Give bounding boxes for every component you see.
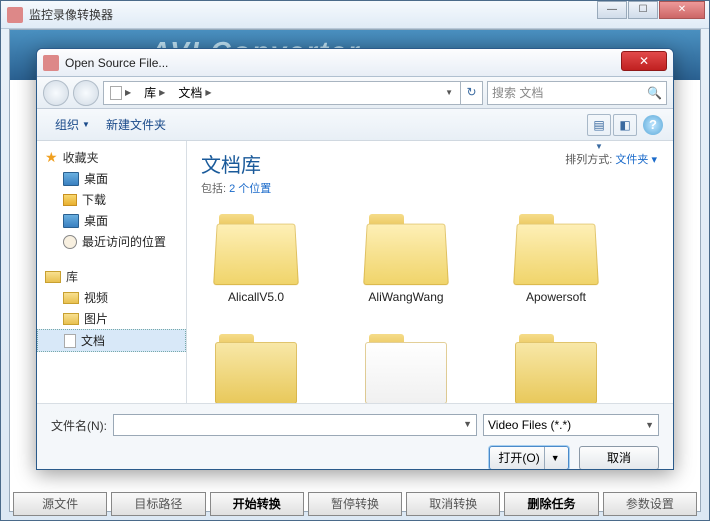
- folder-item[interactable]: Apowersoft: [501, 214, 611, 304]
- dialog-close-button[interactable]: ✕: [621, 51, 667, 71]
- tree-videos[interactable]: 视频: [37, 287, 186, 308]
- library-icon: [45, 271, 61, 283]
- sort-row: 排列方式: 文件夹 ▾: [565, 151, 657, 167]
- document-lib-icon: [64, 334, 76, 348]
- star-icon: ★: [45, 149, 58, 166]
- close-button[interactable]: ✕: [659, 1, 705, 19]
- folder-icon: [361, 334, 451, 403]
- folder-grid: AlicallV5.0 AliWangWang Apowersoft: [201, 214, 659, 403]
- folder-icon: [511, 334, 601, 403]
- folder-icon: [511, 214, 601, 284]
- filename-input[interactable]: ▼: [113, 414, 477, 436]
- libraries-header[interactable]: 库: [37, 266, 186, 287]
- folder-item[interactable]: [201, 334, 311, 403]
- tree-documents[interactable]: 文档: [37, 329, 186, 352]
- folder-icon: [361, 214, 451, 284]
- dialog-title: Open Source File...: [65, 56, 667, 70]
- footer-settings[interactable]: 参数设置: [603, 492, 697, 516]
- locations-link[interactable]: 2 个位置: [229, 183, 271, 195]
- footer-cancel[interactable]: 取消转换: [406, 492, 500, 516]
- footer-start[interactable]: 开始转换: [210, 492, 304, 516]
- open-button[interactable]: 打开(O) ▼: [489, 446, 569, 470]
- organize-menu[interactable]: 组织 ▼: [47, 112, 98, 137]
- breadcrumb-dropdown[interactable]: ▼: [439, 82, 460, 104]
- toolbar: 组织 ▼ 新建文件夹 ▤ ▼ ◧ ?: [37, 109, 673, 141]
- clock-icon: [63, 235, 77, 249]
- library-subtitle: 包括: 2 个位置: [201, 180, 271, 196]
- tree-recent[interactable]: 最近访问的位置: [37, 231, 186, 252]
- file-type-filter[interactable]: Video Files (*.*)▼: [483, 414, 659, 436]
- refresh-button[interactable]: ↻: [460, 81, 482, 105]
- breadcrumb-seg1[interactable]: 库▶: [138, 82, 172, 104]
- dialog-titlebar: Open Source File...: [37, 49, 673, 77]
- sort-dropdown[interactable]: 文件夹 ▾: [615, 154, 657, 166]
- filename-label: 文件名(N):: [51, 417, 107, 434]
- footer-pause[interactable]: 暂停转换: [308, 492, 402, 516]
- folder-item[interactable]: AliWangWang: [351, 214, 461, 304]
- parent-titlebar: 监控录像转换器 — ☐ ✕: [1, 1, 709, 29]
- open-file-dialog: Open Source File... ✕ ▶ 库▶ 文档▶ ▼ ↻ 搜索 文档…: [36, 48, 674, 470]
- tree-downloads[interactable]: 下载: [37, 189, 186, 210]
- search-placeholder: 搜索 文档: [492, 84, 543, 101]
- nav-tree: ★收藏夹 桌面 下载 桌面 最近访问的位置 库 视频 图片 文档: [37, 141, 187, 403]
- search-icon: 🔍: [647, 86, 662, 100]
- breadcrumb-root[interactable]: ▶: [104, 82, 138, 104]
- maximize-button[interactable]: ☐: [628, 1, 658, 19]
- cancel-button[interactable]: 取消: [579, 446, 659, 470]
- nav-row: ▶ 库▶ 文档▶ ▼ ↻ 搜索 文档 🔍: [37, 77, 673, 109]
- nav-back-button[interactable]: [43, 80, 69, 106]
- breadcrumb-seg2[interactable]: 文档▶: [172, 82, 218, 104]
- page-icon: [110, 86, 122, 100]
- favorites-header[interactable]: ★收藏夹: [37, 147, 186, 168]
- help-button[interactable]: ?: [643, 115, 663, 135]
- library-title: 文档库: [201, 149, 271, 178]
- tree-desktop-2[interactable]: 桌面: [37, 210, 186, 231]
- footer-target[interactable]: 目标路径: [111, 492, 205, 516]
- download-icon: [63, 194, 77, 206]
- folder-item[interactable]: [501, 334, 611, 403]
- folder-icon: [211, 214, 301, 284]
- minimize-button[interactable]: —: [597, 1, 627, 19]
- dialog-body: ★收藏夹 桌面 下载 桌面 最近访问的位置 库 视频 图片 文档 文档库 包括:…: [37, 141, 673, 403]
- search-input[interactable]: 搜索 文档 🔍: [487, 81, 667, 105]
- content-pane: 文档库 包括: 2 个位置 排列方式: 文件夹 ▾ AlicallV5.0 Al…: [187, 141, 673, 403]
- folder-item[interactable]: [351, 334, 461, 403]
- new-folder-button[interactable]: 新建文件夹: [98, 112, 174, 137]
- dialog-bottom: 文件名(N): ▼ Video Files (*.*)▼ 打开(O) ▼ 取消: [37, 403, 673, 470]
- video-lib-icon: [63, 292, 79, 304]
- folder-icon: [211, 334, 301, 403]
- parent-footer: 源文件 目标路径 开始转换 暂停转换 取消转换 删除任务 参数设置: [13, 492, 697, 516]
- footer-delete[interactable]: 删除任务: [504, 492, 598, 516]
- folder-item[interactable]: AlicallV5.0: [201, 214, 311, 304]
- monitor-icon: [63, 214, 79, 228]
- picture-lib-icon: [63, 313, 79, 325]
- footer-source[interactable]: 源文件: [13, 492, 107, 516]
- view-mode-button[interactable]: ▤ ▼: [587, 114, 611, 136]
- app-icon: [7, 7, 23, 23]
- monitor-icon: [63, 172, 79, 186]
- dialog-icon: [43, 55, 59, 71]
- preview-pane-button[interactable]: ◧: [613, 114, 637, 136]
- nav-forward-button[interactable]: [73, 80, 99, 106]
- tree-pictures[interactable]: 图片: [37, 308, 186, 329]
- tree-desktop-1[interactable]: 桌面: [37, 168, 186, 189]
- breadcrumb[interactable]: ▶ 库▶ 文档▶ ▼ ↻: [103, 81, 483, 105]
